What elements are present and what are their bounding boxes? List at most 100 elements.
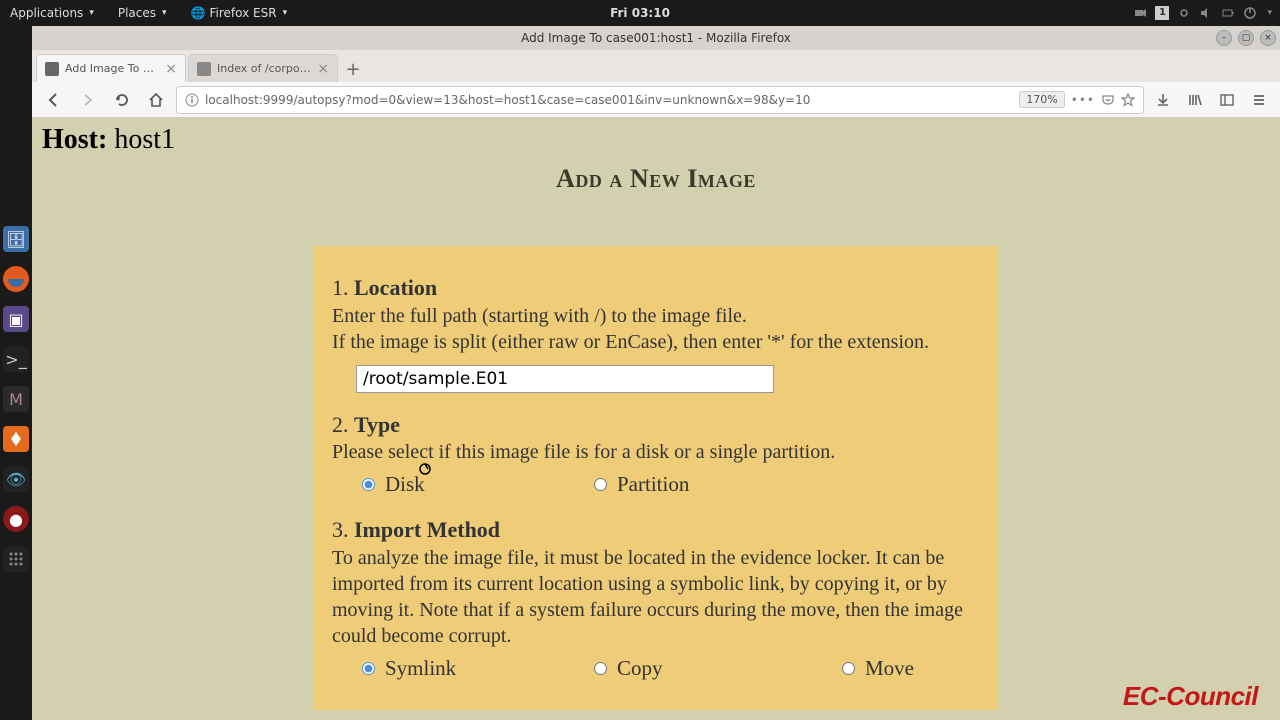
close-button[interactable]: ×	[1260, 30, 1276, 46]
dock-apps-grid-icon[interactable]	[3, 546, 29, 572]
section1-title: Location	[354, 275, 437, 300]
recorder-icon[interactable]	[1133, 6, 1147, 20]
caret-down-icon: ▾	[162, 8, 167, 18]
maximize-button[interactable]: ▢	[1238, 30, 1254, 46]
zoom-indicator[interactable]: 170%	[1019, 91, 1064, 108]
forward-button[interactable]	[74, 86, 102, 114]
hamburger-menu-button[interactable]	[1246, 87, 1272, 113]
caret-down-icon[interactable]: ▾	[1267, 8, 1272, 18]
section3-num: 3.	[332, 517, 349, 542]
radio-symlink-label[interactable]: Symlink	[362, 655, 594, 682]
section1-line2: If the image is split (either raw or EnC…	[332, 329, 980, 355]
tab-close-icon[interactable]: ×	[317, 61, 329, 77]
dock-metasploit-icon[interactable]: M	[3, 386, 29, 412]
new-tab-button[interactable]: +	[340, 56, 366, 82]
radio-move-label[interactable]: Move	[842, 655, 914, 682]
page-actions-icon[interactable]: •••	[1071, 93, 1095, 107]
firefox-app-menu[interactable]: 🌐 Firefox ESR ▾	[181, 6, 298, 20]
section1-line1: Enter the full path (starting with /) to…	[332, 303, 980, 329]
host-heading: Host: host1	[32, 118, 1280, 162]
radio-copy-label[interactable]: Copy	[594, 655, 842, 682]
applications-menu[interactable]: Applications ▾	[0, 6, 104, 20]
page-title: Add a New Image	[32, 164, 1280, 194]
section-import-heading: 3. Import Method	[332, 516, 980, 545]
favicon-icon	[45, 62, 59, 76]
page-viewport: Host: host1 Add a New Image 1. Location …	[32, 118, 1280, 720]
dock-cherry-icon[interactable]: ●	[3, 506, 29, 532]
radio-partition-text: Partition	[617, 471, 689, 498]
radio-partition[interactable]	[594, 478, 607, 491]
dock-firefox-icon[interactable]	[3, 266, 29, 292]
radio-copy[interactable]	[594, 662, 607, 675]
caret-down-icon: ▾	[283, 8, 288, 18]
page-scroll-area[interactable]: Host: host1 Add a New Image 1. Location …	[32, 118, 1280, 720]
applications-label: Applications	[10, 6, 83, 20]
network-icon[interactable]	[1177, 6, 1191, 20]
mouse-cursor-icon	[417, 461, 433, 477]
radio-move-text: Move	[865, 655, 914, 682]
places-menu[interactable]: Places ▾	[108, 6, 177, 20]
bookmark-star-icon[interactable]	[1121, 93, 1135, 107]
host-label: Host:	[42, 124, 107, 155]
firefox-titlebar[interactable]: Add Image To case001:host1 - Mozilla Fir…	[32, 26, 1280, 50]
left-dock: 🗄 ▣ >_ M 👁 ●	[0, 26, 32, 720]
image-path-input[interactable]	[356, 365, 774, 393]
import-radio-group: Symlink Copy Move	[362, 655, 980, 682]
minimize-button[interactable]: –	[1216, 30, 1232, 46]
autopsy-page: Host: host1 Add a New Image 1. Location …	[32, 118, 1280, 720]
browser-tab-active[interactable]: Add Image To case001:h ×	[36, 54, 186, 82]
firefox-menu-label: Firefox ESR	[209, 6, 276, 20]
pocket-icon[interactable]	[1101, 93, 1115, 107]
url-bar[interactable]: localhost:9999/autopsy?mod=0&view=13&hos…	[176, 86, 1144, 114]
section-type-heading: 2. Type	[332, 411, 980, 440]
browser-tab-inactive[interactable]: Index of /corpora/drives/nps ×	[188, 54, 338, 82]
dock-files-icon[interactable]: 🗄	[3, 226, 29, 252]
navigation-toolbar: localhost:9999/autopsy?mod=0&view=13&hos…	[32, 82, 1280, 118]
url-text: localhost:9999/autopsy?mod=0&view=13&hos…	[205, 93, 1013, 107]
add-image-form: 1. Location Enter the full path (startin…	[314, 246, 998, 710]
section3-title: Import Method	[354, 517, 500, 542]
dock-terminal-icon[interactable]: ▣	[3, 306, 29, 332]
section1-num: 1.	[332, 275, 349, 300]
power-icon[interactable]	[1243, 6, 1257, 20]
tab-title: Add Image To case001:h	[65, 62, 159, 75]
library-button[interactable]	[1182, 87, 1208, 113]
section3-desc: To analyze the image file, it must be lo…	[332, 545, 980, 649]
panel-tray: 1 ▾	[1133, 6, 1280, 20]
favicon-icon	[197, 62, 211, 76]
reload-button[interactable]	[108, 86, 136, 114]
tab-strip: Add Image To case001:h × Index of /corpo…	[32, 50, 1280, 82]
section2-title: Type	[354, 412, 400, 437]
type-radio-group: Disk Partition	[362, 471, 980, 498]
battery-icon[interactable]	[1221, 6, 1235, 20]
dock-burp-icon[interactable]	[3, 426, 29, 452]
firefox-window: Add Image To case001:host1 - Mozilla Fir…	[32, 26, 1280, 720]
radio-copy-text: Copy	[617, 655, 663, 682]
back-button[interactable]	[40, 86, 68, 114]
firefox-globe-icon: 🌐	[191, 6, 206, 20]
radio-symlink[interactable]	[362, 662, 375, 675]
tab-close-icon[interactable]: ×	[165, 61, 177, 77]
gnome-top-panel: Applications ▾ Places ▾ 🌐 Firefox ESR ▾ …	[0, 0, 1280, 26]
radio-move[interactable]	[842, 662, 855, 675]
section-location-heading: 1. Location	[332, 274, 980, 303]
home-button[interactable]	[142, 86, 170, 114]
radio-disk-label[interactable]: Disk	[362, 471, 594, 498]
workspace-icon[interactable]: 1	[1155, 6, 1169, 20]
window-title: Add Image To case001:host1 - Mozilla Fir…	[521, 31, 791, 45]
caret-down-icon: ▾	[89, 8, 94, 18]
host-value: host1	[114, 124, 175, 155]
downloads-button[interactable]	[1150, 87, 1176, 113]
section2-num: 2.	[332, 412, 349, 437]
info-icon[interactable]	[185, 93, 199, 107]
dock-terminal2-icon[interactable]: >_	[3, 346, 29, 372]
sidebar-button[interactable]	[1214, 87, 1240, 113]
radio-partition-label[interactable]: Partition	[594, 471, 842, 498]
tab-title: Index of /corpora/drives/nps	[217, 62, 311, 75]
places-label: Places	[118, 6, 156, 20]
volume-icon[interactable]	[1199, 6, 1213, 20]
radio-disk[interactable]	[362, 478, 375, 491]
dock-eye-icon[interactable]: 👁	[3, 466, 29, 492]
ec-council-watermark: EC-Council	[1123, 681, 1258, 712]
panel-clock[interactable]: Fri 03:10	[610, 6, 670, 20]
